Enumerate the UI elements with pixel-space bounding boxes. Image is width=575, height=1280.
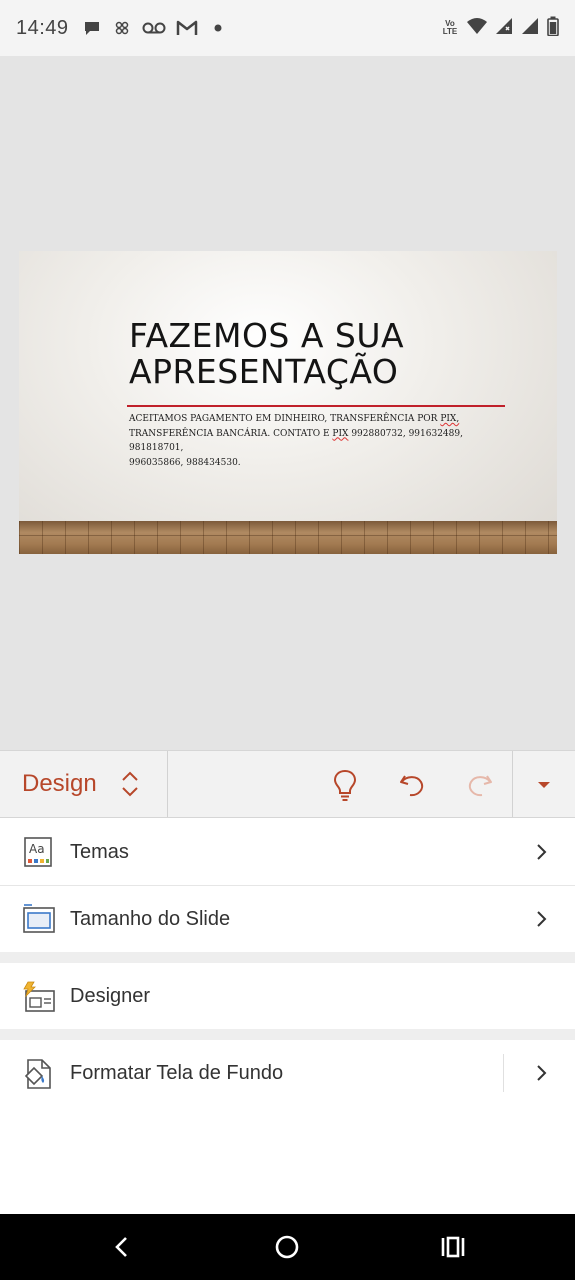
ribbon-toolbar: Design bbox=[0, 750, 575, 818]
signal-icon bbox=[495, 17, 513, 40]
section-gap bbox=[0, 1029, 575, 1040]
signal-icon bbox=[521, 17, 539, 40]
chevron-right-icon bbox=[537, 911, 547, 927]
title-underline bbox=[127, 405, 505, 407]
menu-item-formatar-tela-de-fundo[interactable]: Formatar Tela de Fundo bbox=[0, 1040, 575, 1106]
format-background-icon bbox=[24, 1059, 51, 1089]
svg-text:Aa: Aa bbox=[29, 842, 45, 856]
status-time: 14:49 bbox=[16, 16, 69, 39]
collapse-ribbon-button[interactable] bbox=[522, 763, 566, 807]
dropdown-arrow-icon bbox=[538, 782, 550, 788]
themes-icon: Aa bbox=[24, 837, 52, 867]
wifi-icon bbox=[467, 17, 487, 40]
slide-thumbnail[interactable]: FAZEMOS A SUA APRESENTAÇÃO ACEITAMOS PAG… bbox=[19, 251, 557, 554]
slide-title[interactable]: FAZEMOS A SUA APRESENTAÇÃO bbox=[129, 318, 529, 390]
item-separator bbox=[503, 1054, 504, 1092]
chevron-right-icon bbox=[537, 844, 547, 860]
menu-item-label: Tamanho do Slide bbox=[70, 907, 231, 930]
app-icon bbox=[111, 17, 133, 39]
undo-button[interactable] bbox=[390, 763, 434, 807]
chevron-up-down-icon bbox=[122, 771, 138, 797]
undo-icon bbox=[400, 775, 424, 797]
slide-size-icon bbox=[23, 904, 55, 933]
designer-icon bbox=[23, 981, 55, 1012]
back-icon bbox=[115, 1237, 127, 1257]
section-gap bbox=[0, 952, 575, 963]
wood-floor-background bbox=[19, 521, 557, 554]
redo-icon bbox=[468, 775, 492, 797]
menu-item-label: Formatar Tela de Fundo bbox=[70, 1061, 284, 1084]
back-button[interactable] bbox=[102, 1227, 142, 1267]
design-tab-label: Design bbox=[22, 770, 97, 797]
volte-indicator: Vo LTE bbox=[442, 19, 458, 36]
menu-item-label: Designer bbox=[70, 984, 151, 1007]
gmail-icon bbox=[175, 17, 199, 39]
system-navigation-bar bbox=[0, 1214, 575, 1280]
menu-item-temas[interactable]: Aa Temas bbox=[0, 819, 575, 885]
chat-bubble-icon bbox=[81, 17, 103, 39]
chevron-right-icon bbox=[537, 1065, 547, 1081]
ideas-button[interactable] bbox=[323, 763, 367, 807]
toolbar-separator bbox=[512, 751, 513, 817]
voicemail-icon bbox=[141, 17, 167, 39]
home-icon bbox=[275, 1235, 299, 1259]
slide-subtitle[interactable]: ACEITAMOS PAGAMENTO EM DINHEIRO, TRANSFE… bbox=[129, 412, 509, 470]
status-bar: 14:49 Vo LTE bbox=[0, 0, 575, 56]
slide-canvas[interactable]: FAZEMOS A SUA APRESENTAÇÃO ACEITAMOS PAG… bbox=[0, 56, 575, 750]
home-button[interactable] bbox=[267, 1227, 307, 1267]
recents-icon bbox=[441, 1236, 465, 1258]
recents-button[interactable] bbox=[433, 1227, 473, 1267]
lightbulb-icon bbox=[333, 769, 357, 801]
menu-item-designer[interactable]: Designer bbox=[0, 963, 575, 1029]
battery-icon bbox=[547, 16, 559, 41]
design-tab-selector[interactable]: Design bbox=[0, 751, 168, 817]
menu-item-tamanho-do-slide[interactable]: Tamanho do Slide bbox=[0, 886, 575, 952]
menu-item-label: Temas bbox=[70, 840, 129, 863]
dot-icon bbox=[207, 17, 229, 39]
redo-button[interactable] bbox=[458, 763, 502, 807]
